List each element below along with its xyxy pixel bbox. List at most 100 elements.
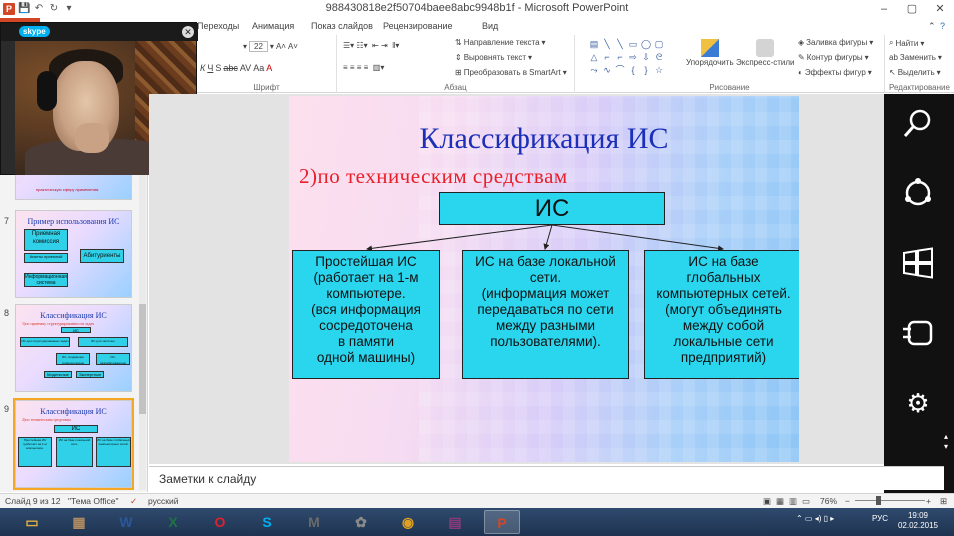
zoom-level[interactable]: 76% bbox=[820, 496, 837, 506]
theme-name[interactable]: "Тема Office" bbox=[68, 496, 118, 506]
bullets-button[interactable]: ☰▾ ☷▾ ⇤ ⇥ ‖▾ bbox=[343, 41, 399, 50]
scrollbar-thumb[interactable] bbox=[139, 304, 146, 414]
rect-icon[interactable]: ▭ bbox=[627, 38, 639, 50]
devices-charm-icon[interactable] bbox=[901, 316, 935, 350]
find-button[interactable]: ⌕ Найти ▾ bbox=[889, 38, 924, 48]
help-icon[interactable]: ? bbox=[940, 21, 945, 31]
language-label[interactable]: русский bbox=[148, 496, 179, 506]
save-icon[interactable]: 💾 bbox=[18, 3, 30, 15]
replace-button[interactable]: ab Заменить ▾ bbox=[889, 53, 942, 62]
brace-icon[interactable]: { bbox=[627, 64, 639, 76]
font-size-select[interactable]: ▾ 22 ▾ A˄ A˅ bbox=[243, 41, 298, 52]
triangle-icon[interactable]: △ bbox=[588, 51, 600, 63]
taskbar-excel-icon[interactable]: X bbox=[155, 510, 191, 534]
tab-review[interactable]: Рецензирование bbox=[383, 21, 453, 31]
align-text-button[interactable]: ⇕ Выровнять текст ▾ bbox=[455, 53, 532, 62]
ribbon-collapse-icon[interactable]: ⌃ bbox=[928, 21, 936, 32]
start-charm-icon[interactable] bbox=[901, 246, 935, 280]
line-icon[interactable]: ╲ bbox=[601, 38, 613, 50]
underline-icon[interactable]: Ч bbox=[207, 63, 213, 73]
select-button[interactable]: ↖ Выделить ▾ bbox=[889, 68, 941, 77]
notes-placeholder[interactable]: Заметки к слайду bbox=[159, 472, 256, 486]
root-box-is[interactable]: ИС bbox=[439, 192, 665, 225]
taskbar-app2-icon[interactable]: ▦ bbox=[61, 510, 97, 534]
zoom-in-button[interactable]: + bbox=[926, 496, 931, 506]
connector-icon[interactable]: ⌐ bbox=[601, 51, 613, 63]
smartart-button[interactable]: ⊞ Преобразовать в SmartArt ▾ bbox=[455, 68, 567, 77]
shadow-icon[interactable]: S bbox=[215, 63, 221, 73]
spellcheck-icon[interactable]: ✓ bbox=[130, 496, 137, 507]
skype-titlebar[interactable]: skype ✕ bbox=[1, 23, 198, 41]
shape-effects-button[interactable]: ◐ Эффекты фигур ▾ bbox=[798, 68, 872, 77]
thumbnail-slide-7[interactable]: Пример использования ИС Приемная комисси… bbox=[15, 210, 132, 298]
case-icon[interactable]: Aa bbox=[253, 63, 264, 73]
quick-styles-button[interactable]: Экспресс-стили bbox=[736, 39, 795, 67]
taskbar-explorer-icon[interactable]: ▭ bbox=[14, 510, 50, 534]
shapes-gallery[interactable]: ▤ ╲ ╲ ▭ ◯ ▢ △ ⌐ ⌐ ⇨ ⇩ ᘓ ⤳ ∿ ⌒ { } ☆ bbox=[588, 38, 668, 78]
brace2-icon[interactable]: } bbox=[640, 64, 652, 76]
system-clock[interactable]: 19:09 02.02.2015 bbox=[898, 511, 938, 531]
settings-charm-icon[interactable]: ⚙ bbox=[901, 386, 935, 420]
normal-view-icon[interactable]: ▣ bbox=[763, 496, 771, 507]
curve-icon[interactable]: ᘓ bbox=[653, 51, 665, 63]
taskbar-powerpoint-icon[interactable]: P bbox=[484, 510, 520, 534]
minimize-button[interactable]: – bbox=[870, 0, 898, 18]
shrink-font-icon[interactable]: A˅ bbox=[288, 42, 298, 51]
text-direction-button[interactable]: ⇅ Направление текста ▾ bbox=[455, 38, 546, 47]
textbox-icon[interactable]: ▤ bbox=[588, 38, 600, 50]
child-box-standalone[interactable]: Простейшая ИС (работает на 1-м компьютер… bbox=[292, 250, 440, 379]
taskbar-opera-icon[interactable]: O bbox=[202, 510, 238, 534]
arrange-button[interactable]: Упорядочить bbox=[686, 39, 734, 67]
tab-animation[interactable]: Анимация bbox=[252, 21, 294, 31]
search-charm-icon[interactable] bbox=[901, 106, 935, 140]
child-box-global-network[interactable]: ИС на базе глобальных компьютерных сетей… bbox=[644, 250, 799, 379]
redo-icon[interactable]: ↻ bbox=[48, 3, 60, 15]
roundrect-icon[interactable]: ▢ bbox=[653, 38, 665, 50]
strikethrough-icon[interactable]: abc bbox=[223, 63, 238, 73]
zigzag-icon[interactable]: ⤳ bbox=[588, 64, 600, 76]
skype-close-button[interactable]: ✕ bbox=[182, 26, 194, 38]
shape-fill-button[interactable]: ◈ Заливка фигуры ▾ bbox=[798, 38, 873, 47]
oval-icon[interactable]: ◯ bbox=[640, 38, 652, 50]
taskbar-chrome-icon[interactable]: ◉ bbox=[390, 510, 426, 534]
grow-font-icon[interactable]: A˄ bbox=[276, 42, 286, 51]
notes-pane[interactable]: Заметки к слайду bbox=[149, 466, 944, 490]
slideshow-view-icon[interactable]: ▭ bbox=[802, 496, 810, 507]
close-button[interactable]: ✕ bbox=[926, 0, 954, 18]
share-charm-icon[interactable] bbox=[901, 176, 935, 210]
child-box-local-network[interactable]: ИС на базе локальной сети. (информация м… bbox=[462, 250, 629, 379]
fit-slide-icon[interactable]: ⊞ bbox=[940, 496, 947, 507]
reading-view-icon[interactable]: ▥ bbox=[789, 496, 797, 507]
taskbar-winrar-icon[interactable]: ▤ bbox=[437, 510, 473, 534]
spacing-icon[interactable]: AV bbox=[240, 63, 251, 73]
restore-button[interactable]: ▢ bbox=[898, 0, 926, 18]
align-buttons[interactable]: ≡ ≡ ≡ ≡ ▥▾ bbox=[343, 63, 384, 72]
tab-view[interactable]: Вид bbox=[482, 21, 498, 31]
arrow-right-icon[interactable]: ⇨ bbox=[627, 51, 639, 63]
wave-icon[interactable]: ∿ bbox=[601, 64, 613, 76]
tab-slideshow[interactable]: Показ слайдов bbox=[311, 21, 373, 31]
charms-scroll-arrows-icon[interactable]: ▴ ▾ bbox=[944, 432, 948, 452]
font-color-icon[interactable]: A bbox=[266, 63, 272, 73]
thumbnail-slide-8[interactable]: Классификация ИС 1)по признаку структури… bbox=[15, 304, 132, 392]
tab-transitions[interactable]: Переходы bbox=[197, 21, 239, 31]
undo-icon[interactable]: ↶ bbox=[33, 3, 45, 15]
sorter-view-icon[interactable]: ▦ bbox=[776, 496, 784, 507]
customize-qat-icon[interactable]: ▾ bbox=[63, 3, 75, 15]
taskbar-mail-icon[interactable]: M bbox=[296, 510, 332, 534]
line2-icon[interactable]: ╲ bbox=[614, 38, 626, 50]
connector2-icon[interactable]: ⌐ bbox=[614, 51, 626, 63]
thumbnail-slide-9[interactable]: Классификация ИС 2)по техническим средст… bbox=[13, 398, 134, 490]
italic-icon[interactable]: К bbox=[200, 63, 205, 73]
shape-outline-button[interactable]: ✎ Контур фигуры ▾ bbox=[798, 53, 869, 62]
zoom-slider[interactable] bbox=[855, 500, 925, 501]
star-icon[interactable]: ☆ bbox=[653, 64, 665, 76]
taskbar-media-icon[interactable]: ✿ bbox=[343, 510, 379, 534]
arrow-down-icon[interactable]: ⇩ bbox=[640, 51, 652, 63]
zoom-slider-knob[interactable] bbox=[876, 496, 881, 505]
input-language[interactable]: РУС bbox=[872, 514, 888, 523]
arc-icon[interactable]: ⌒ bbox=[614, 64, 626, 76]
zoom-out-button[interactable]: − bbox=[845, 496, 850, 506]
taskbar-word-icon[interactable]: W bbox=[108, 510, 144, 534]
tray-icons[interactable]: ⌃ ▭ ◂) ▯ ▸ bbox=[796, 514, 834, 523]
